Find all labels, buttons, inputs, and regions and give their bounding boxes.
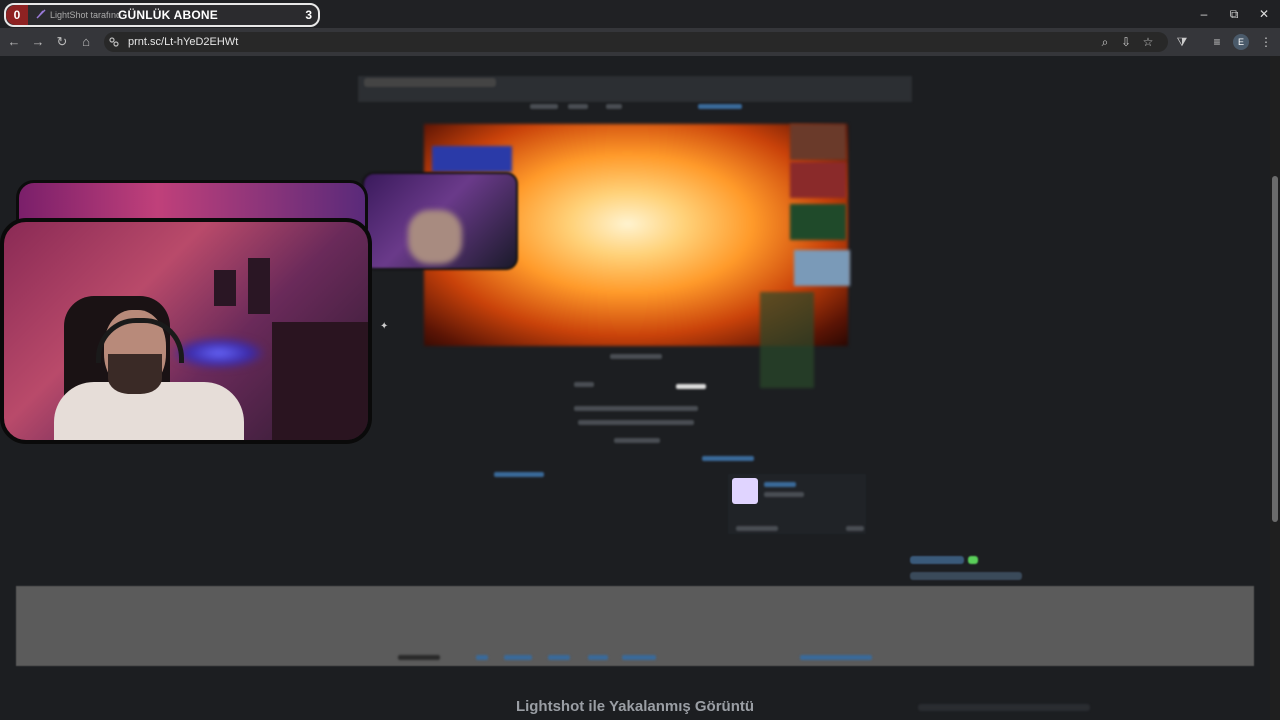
screenshot-chat-overlay [760,292,814,388]
chat-badge [968,556,978,564]
screenshot-nav-item [530,104,558,109]
home-button[interactable]: ⌂ [76,32,96,52]
screenshot-user-meta [764,492,804,497]
footer-link [476,655,488,660]
back-button[interactable]: ← [4,32,24,52]
extensions-icon[interactable]: ⧩ [1172,32,1192,52]
address-bar[interactable] [104,32,1168,52]
screenshot-nav-link [698,104,742,109]
caption-meta [918,704,1090,711]
site-settings-icon[interactable] [108,36,120,48]
screenshot-nav-item [568,104,588,109]
screenshot-nav-item [606,104,622,109]
sub-count-left: 0 [6,5,28,25]
guest-webcam-face [408,210,462,264]
led-light [174,338,264,368]
chat-message [910,572,1022,580]
menu-icon[interactable]: ⋮ [1256,32,1276,52]
url-text[interactable]: prnt.sc/Lt-hYeD2EHWt [128,32,238,52]
screenshot-tab [364,78,496,87]
screenshot-highlight [676,384,706,389]
wall-poster [214,270,236,306]
screenshot-username [764,482,796,487]
screenshot-link [702,456,754,461]
cursor-icon: ✦ [380,321,389,332]
restore-button[interactable]: ⧉ [1218,0,1250,28]
tab-title: LightShot tarafından [50,10,120,20]
lightshot-feather-icon [36,9,46,19]
footer-logo [398,655,440,660]
bookmark-star-icon[interactable]: ☆ [1138,32,1158,52]
screenshot-user-action [736,526,778,531]
screenshot-footer-band [16,586,1254,666]
media-controls-icon[interactable]: ≡ [1207,32,1227,52]
screenshot-meta [574,382,594,387]
stream-overlay-sub-counter[interactable]: 0 LightShot tarafından GÜNLÜK ABONE 3 [4,3,320,27]
install-app-icon[interactable]: ⇩ [1116,32,1136,52]
reload-button[interactable]: ↻ [52,32,72,52]
screenshot-text-line [574,406,698,411]
screenshot-caption [610,354,662,359]
sub-count-right: 3 [305,8,312,22]
scrollbar-thumb[interactable] [1272,176,1278,522]
footer-link [588,655,608,660]
shelf [272,322,368,440]
chat-message [910,556,964,564]
screenshot-side-cam [790,204,846,240]
screenshot-overlay-badge [432,146,512,172]
profile-avatar[interactable]: E [1233,34,1249,50]
forward-button[interactable]: → [28,32,48,52]
screenshot-user-action [846,526,864,531]
screenshot-side-cam [790,162,846,198]
screenshot-side-cam [794,250,850,286]
screenshot-side-cam [790,124,846,160]
screenshot-user-avatar [732,478,758,504]
wall-poster [248,258,270,314]
minimize-button[interactable]: – [1188,0,1220,28]
footer-link [622,655,656,660]
zoom-icon[interactable]: ⌕ [1095,32,1115,52]
footer-link [548,655,570,660]
daily-subscriber-label: GÜNLÜK ABONE [118,8,218,22]
screenshot-link [494,472,544,477]
screenshot-text-line [614,438,660,443]
footer-link [504,655,532,660]
footer-link [800,655,872,660]
close-button[interactable]: ✕ [1248,0,1280,28]
streamer-webcam [0,218,372,444]
screenshot-text-line [578,420,694,425]
